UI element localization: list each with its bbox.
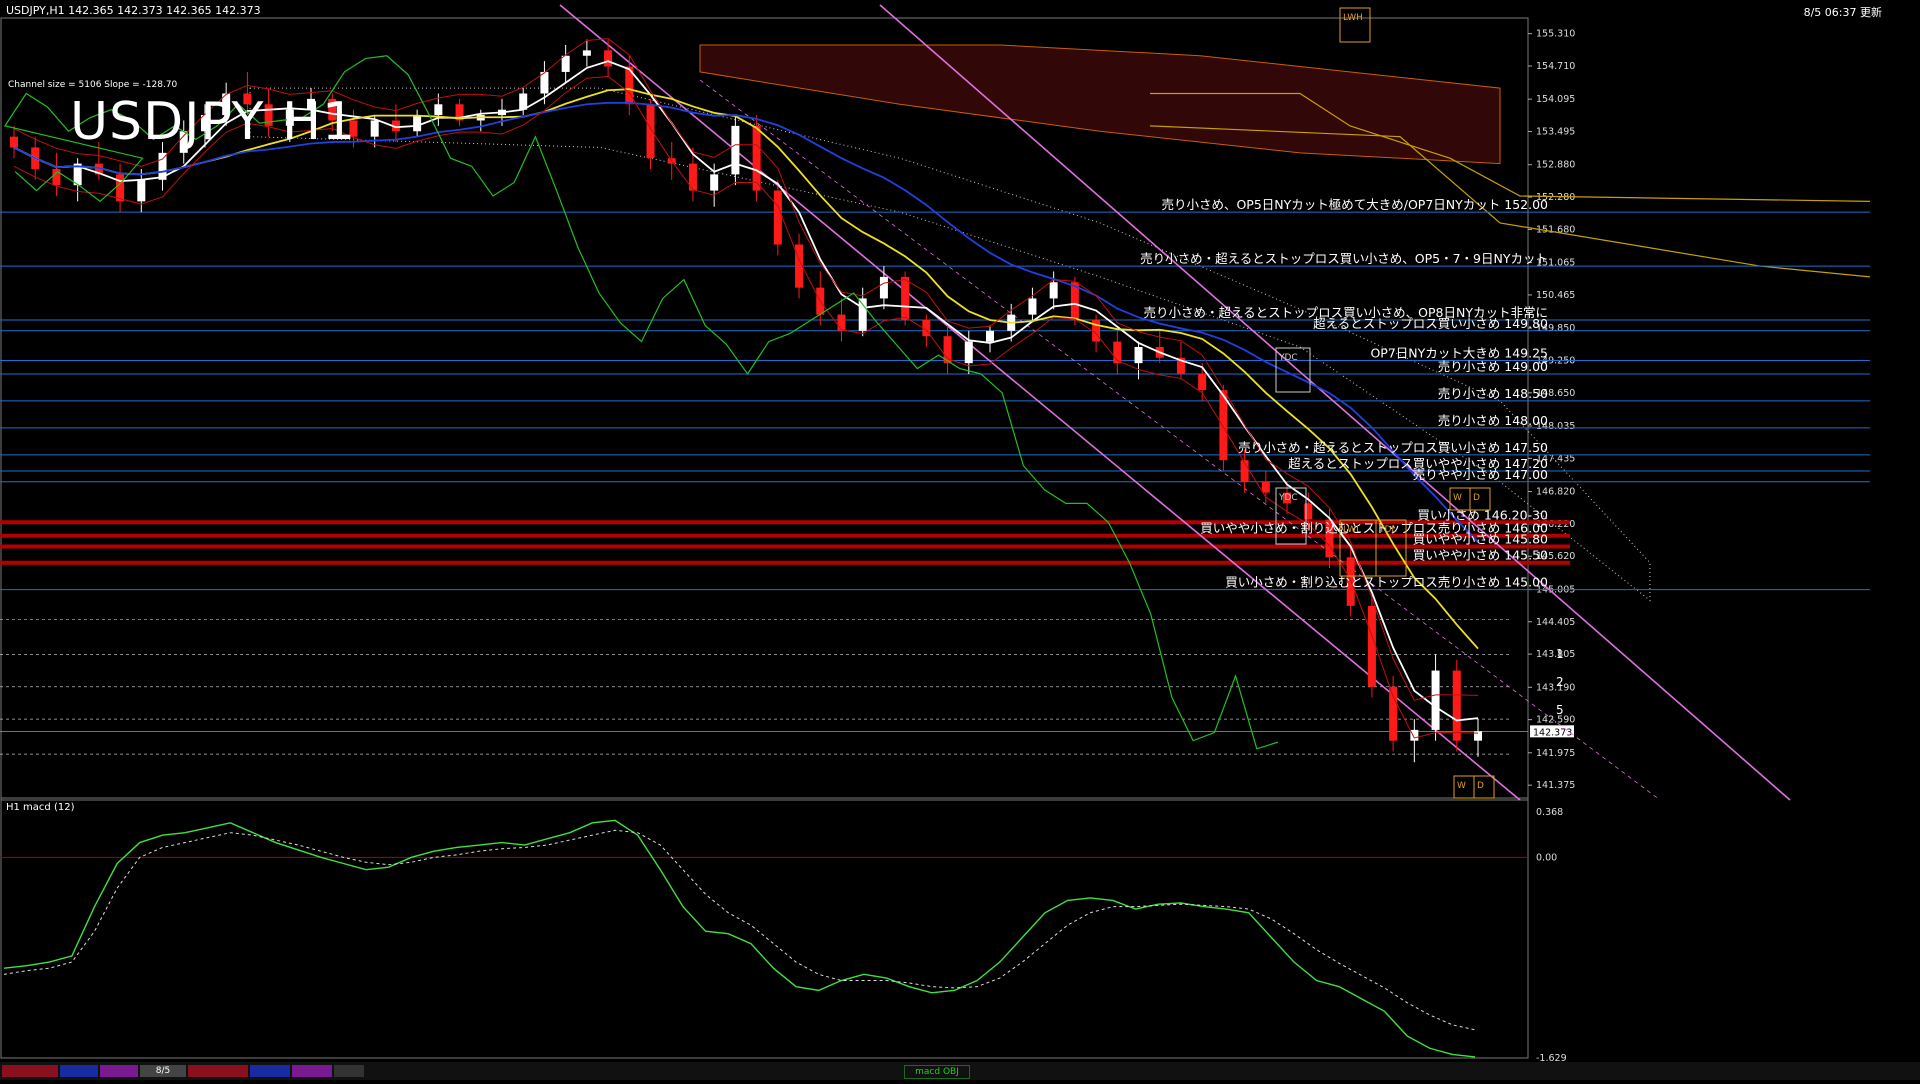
chikou-span-line — [3, 55, 1279, 750]
candle-body — [1049, 282, 1058, 299]
chart-stage[interactable]: 155.310 154.710 154.095 153.495 152.880 152.2… — [0, 0, 1920, 1080]
sma-slow-line — [13, 101, 1479, 543]
level-annotation: 売り小さめ・超えるとストップロス買い小さめ 147.50 — [1238, 440, 1548, 455]
candle-body — [731, 125, 740, 175]
level-annotation: 買いやや小さめ 145.50 — [1413, 548, 1548, 563]
macd-panel-frame — [0, 797, 1529, 1059]
price-tick-label: 155.310 — [1536, 29, 1575, 40]
level-box-label: YDL — [1378, 525, 1396, 535]
level-box-label: LWH — [1343, 13, 1363, 23]
candle-body — [1431, 670, 1440, 730]
candle-body — [1028, 298, 1037, 315]
level-box-label: D — [1477, 781, 1484, 791]
candle-body — [1452, 670, 1461, 741]
candle-body — [646, 104, 655, 159]
update-timestamp: 8/5 06:37 更新 — [1803, 6, 1882, 19]
candle-body — [986, 330, 994, 342]
candle-body — [434, 104, 443, 116]
chart-canvas[interactable]: 155.310154.710154.095153.495152.880152.2… — [0, 0, 1920, 1080]
macd-line — [3, 819, 1476, 1058]
level-box-label: W — [1453, 493, 1462, 503]
chart-title: USDJPY H1 — [70, 92, 357, 152]
price-tick-label: 154.710 — [1536, 61, 1575, 72]
candle-body — [1198, 373, 1207, 391]
level-box-label: W — [1457, 781, 1466, 791]
macd-label: H1 macd (12) — [6, 802, 75, 813]
candle-body — [582, 50, 591, 56]
level-annotation: 売り小さめ、OP5日NYカット極めて大きめ/OP7日NYカット 152.00 — [1161, 197, 1548, 212]
level-box-label: YDC — [1278, 353, 1298, 363]
tab-color-7[interactable] — [334, 1065, 364, 1077]
candle-body — [964, 341, 973, 364]
fib-mark: 1 — [1556, 647, 1564, 661]
price-tick-label: 141.975 — [1536, 748, 1575, 759]
candle-body — [901, 276, 910, 321]
level-annotation: 売り小さめ 149.00 — [1438, 359, 1548, 374]
candle-body — [879, 276, 888, 299]
candle-body — [1304, 503, 1313, 520]
tab-color-2[interactable] — [60, 1065, 98, 1077]
candle-body — [561, 55, 570, 72]
candle-body — [52, 169, 61, 186]
level-annotation: 売り小さめ・超えるとストップロス買い小さめ、OP5・7・9日NYカット — [1140, 251, 1548, 266]
candle-body — [1389, 686, 1398, 741]
candle-body — [837, 314, 846, 331]
fib-mark: 5 — [1556, 703, 1564, 717]
current-price-label: 142.373 — [1533, 727, 1572, 738]
price-tick-label: 154.095 — [1536, 94, 1575, 105]
level-annotation: 超えるとストップロス買い小さめ 149.80 — [1313, 316, 1548, 331]
candle-body — [10, 136, 18, 148]
macd-tick-label: 0.368 — [1536, 807, 1563, 818]
channel-info: Channel size = 5106 Slope = -128.70 — [8, 80, 178, 90]
price-tick-label: 146.820 — [1536, 487, 1575, 498]
price-tick-label: 141.375 — [1536, 780, 1575, 791]
price-tick-label: 150.465 — [1536, 290, 1575, 301]
candle-body — [1261, 481, 1270, 493]
tab-color-3[interactable] — [100, 1065, 138, 1077]
fib-mark: 2 — [1556, 675, 1564, 689]
candle-body — [858, 298, 867, 331]
candle-body — [604, 50, 613, 67]
candle-body — [710, 174, 719, 191]
candle-body — [1367, 605, 1376, 687]
tab-color-4[interactable] — [188, 1065, 248, 1077]
level-box-label: D — [1473, 493, 1480, 503]
candle-body — [137, 179, 146, 202]
tab-strip: 8/5 macd OBJ — [0, 1062, 1920, 1080]
ichimoku-cloud-red — [699, 44, 1871, 278]
candle-body — [370, 120, 379, 137]
macd-signal-line — [3, 829, 1476, 1031]
candle-body — [413, 115, 422, 132]
price-tick-label: 153.495 — [1536, 127, 1575, 138]
level-annotation: 売り小さめ 148.50 — [1438, 386, 1548, 401]
price-tick-label: 152.880 — [1536, 160, 1575, 171]
tab-color-6[interactable] — [292, 1065, 332, 1077]
tab-color-1[interactable] — [2, 1065, 58, 1077]
symbol-info: USDJPY,H1 142.365 142.373 142.365 142.37… — [6, 4, 261, 17]
level-annotation: 買い小さめ・割り込むとストップロス売り小さめ 145.00 — [1225, 575, 1548, 590]
tab-macd-obj[interactable]: macd OBJ — [904, 1065, 970, 1079]
tab-color-5[interactable] — [250, 1065, 290, 1077]
level-lines — [0, 211, 1870, 755]
level-annotation: 売り小さめ 148.00 — [1438, 413, 1548, 428]
price-tick-label: 144.405 — [1536, 617, 1575, 628]
candle-body — [116, 174, 125, 202]
level-box-label: LWL — [1343, 525, 1361, 535]
candle-body — [1134, 346, 1143, 364]
level-annotation: 買いやや小さめ 145.80 — [1413, 532, 1548, 547]
bollinger-lower-line — [13, 75, 1479, 739]
candle-body — [773, 190, 782, 245]
level-annotation: 売りやや小さめ 147.00 — [1413, 467, 1548, 482]
candle-body — [752, 125, 761, 191]
macd-tick-label: 0.00 — [1536, 852, 1557, 863]
level-box-label: YDC — [1278, 493, 1298, 503]
tab-date[interactable]: 8/5 — [140, 1065, 186, 1077]
